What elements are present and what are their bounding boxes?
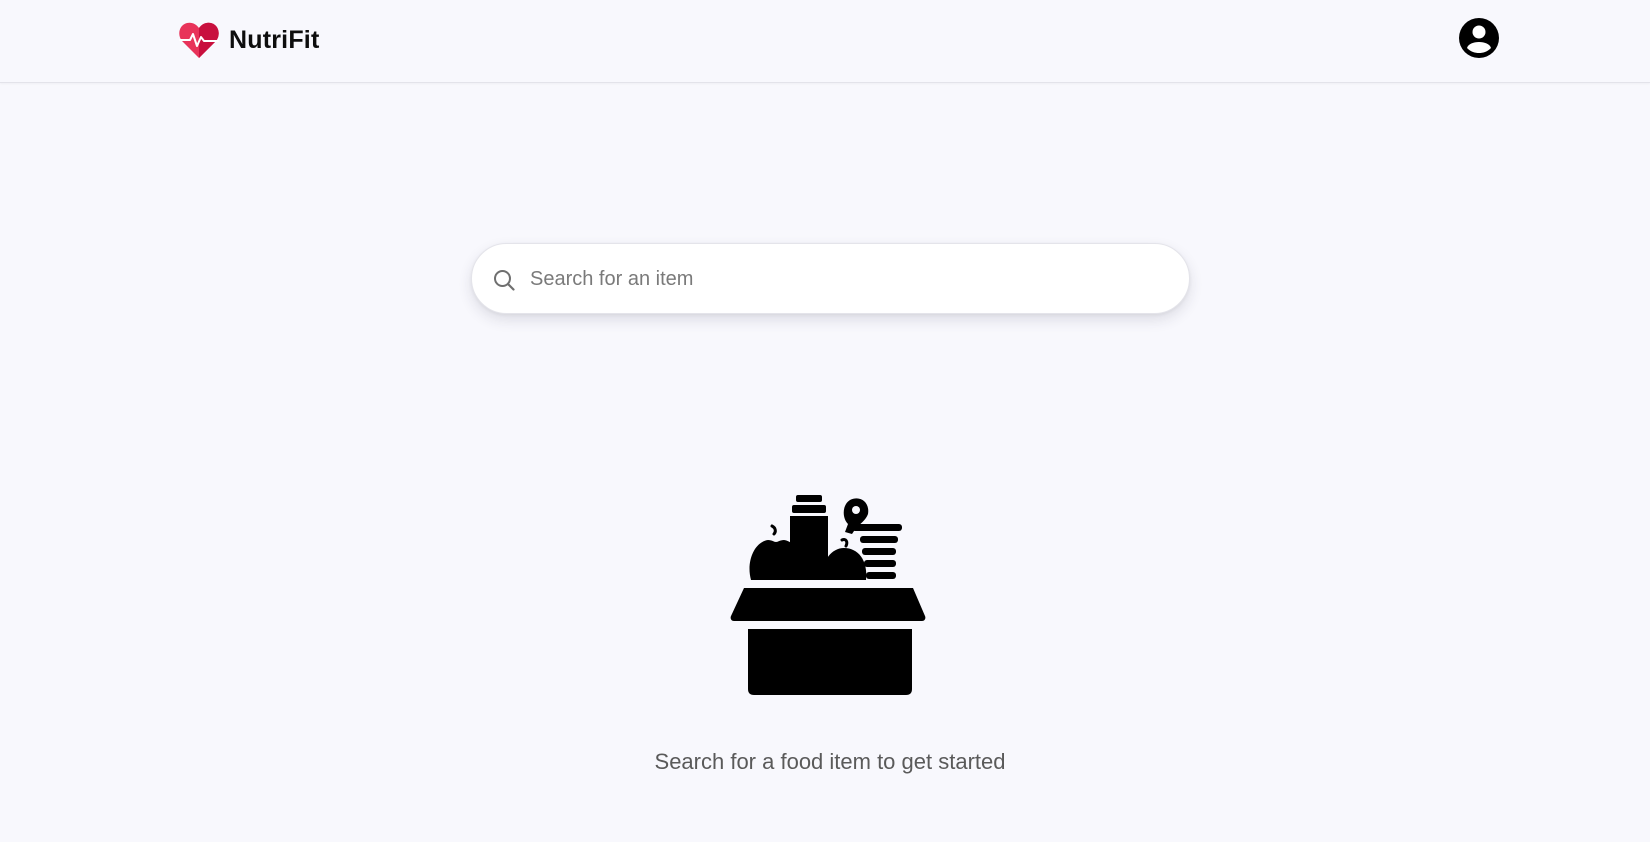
user-circle-icon <box>1459 18 1499 58</box>
search-bar[interactable] <box>471 243 1190 314</box>
top-navbar: NutriFit <box>0 0 1650 83</box>
search-icon[interactable] <box>492 268 516 292</box>
account-button[interactable] <box>1458 17 1500 59</box>
search-input[interactable] <box>530 258 1160 300</box>
brand-name: NutriFit <box>229 25 320 54</box>
grocery-box-icon <box>724 490 932 696</box>
brand[interactable]: NutriFit <box>178 20 319 60</box>
heart-pulse-icon <box>179 22 219 58</box>
empty-state-message: Search for a food item to get started <box>654 749 1006 774</box>
